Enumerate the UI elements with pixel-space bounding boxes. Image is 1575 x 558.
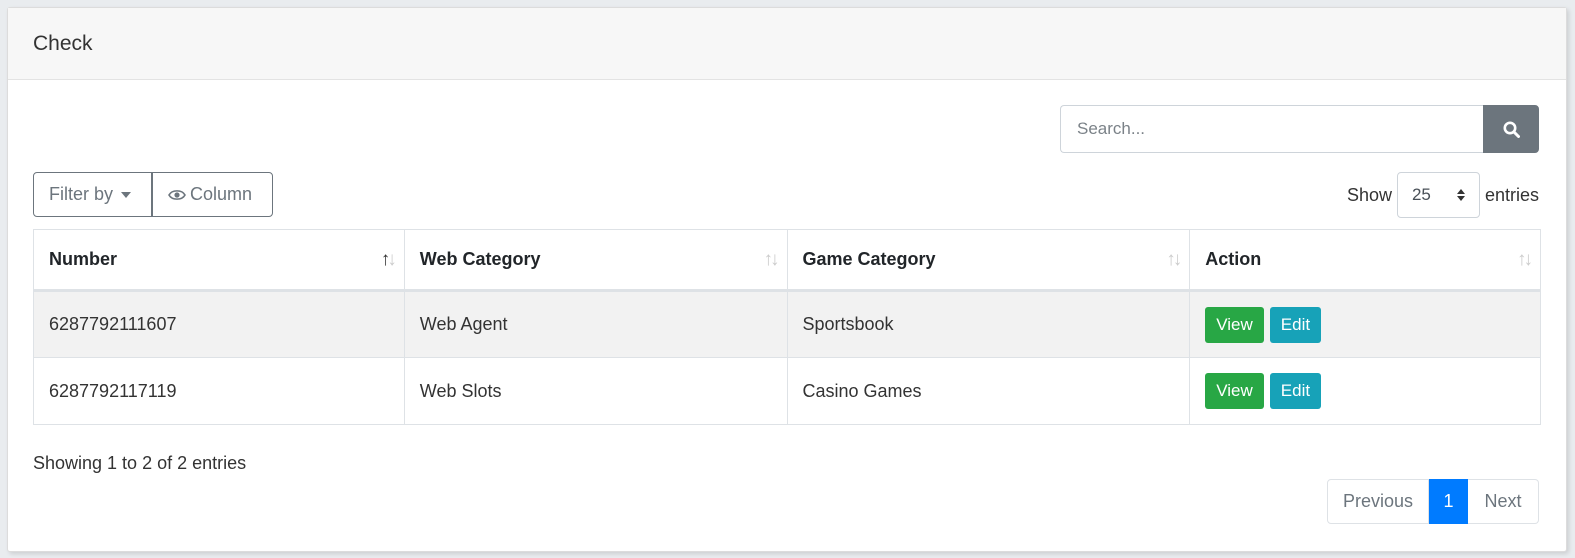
cell-game-category: Sportsbook: [786, 290, 1191, 358]
cell-number: 6287792117119: [33, 357, 405, 425]
caret-down-icon: [121, 191, 132, 198]
entries-value: 25: [1411, 185, 1431, 204]
edit-button[interactable]: Edit: [1269, 373, 1322, 409]
column-header-number[interactable]: Number ↑↓: [33, 229, 405, 292]
table-info: Showing 1 to 2 of 2 entries: [33, 453, 247, 473]
table-toolbar: Filter by Column: [33, 172, 273, 217]
column-label: Column: [190, 184, 253, 204]
search-group: [1060, 105, 1539, 153]
entries-suffix: entries: [1484, 184, 1539, 205]
pagination: Previous 1 Next: [1327, 479, 1539, 524]
edit-button[interactable]: Edit: [1269, 306, 1322, 343]
check-card: Check Filter by Column Show: [7, 7, 1567, 552]
sort-icon: ↑↓: [763, 248, 780, 270]
cell-number: 6287792111607: [33, 290, 405, 358]
view-button[interactable]: View: [1205, 306, 1264, 343]
cell-action: View Edit: [1189, 357, 1541, 425]
table-row: 6287792117119 Web Slots Casino Games Vie…: [33, 357, 1541, 425]
filter-by-button[interactable]: Filter by: [33, 172, 152, 217]
sort-icon: ↑↓: [1166, 248, 1182, 270]
data-table: Number ↑↓ Web Category ↑↓ Game Category …: [33, 229, 1541, 425]
card-header: Check: [8, 8, 1566, 80]
filter-by-label: Filter by: [49, 184, 114, 204]
cell-web-category: Web Slots: [403, 357, 788, 425]
column-button[interactable]: Column: [152, 172, 273, 217]
search-icon: [1503, 121, 1520, 138]
column-header-web-category[interactable]: Web Category ↑↓: [403, 229, 788, 292]
page-1-button[interactable]: 1: [1429, 479, 1468, 524]
show-label: Show: [1346, 184, 1392, 205]
search-button[interactable]: [1483, 105, 1539, 153]
select-arrows-icon: [1456, 189, 1465, 201]
next-page-button[interactable]: Next: [1468, 479, 1539, 524]
previous-page-button[interactable]: Previous: [1327, 479, 1429, 524]
sort-icon: ↑↓: [1517, 248, 1533, 270]
cell-game-category: Casino Games: [786, 357, 1191, 425]
cell-web-category: Web Agent: [403, 290, 788, 358]
entries-select[interactable]: 25: [1396, 172, 1480, 218]
table-header-row: Number ↑↓ Web Category ↑↓ Game Category …: [33, 229, 1541, 292]
card-title: Check: [33, 31, 93, 55]
sort-asc-icon: ↑↓: [380, 248, 397, 270]
search-input[interactable]: [1060, 105, 1483, 153]
column-header-action[interactable]: Action ↑↓: [1189, 229, 1541, 292]
table-row: 6287792111607 Web Agent Sportsbook View …: [33, 290, 1541, 358]
column-header-game-category[interactable]: Game Category ↑↓: [786, 229, 1191, 292]
eye-icon: [168, 189, 186, 201]
view-button[interactable]: View: [1205, 373, 1264, 409]
cell-action: View Edit: [1189, 290, 1541, 358]
entries-control: Show 25 entries: [1347, 172, 1539, 218]
